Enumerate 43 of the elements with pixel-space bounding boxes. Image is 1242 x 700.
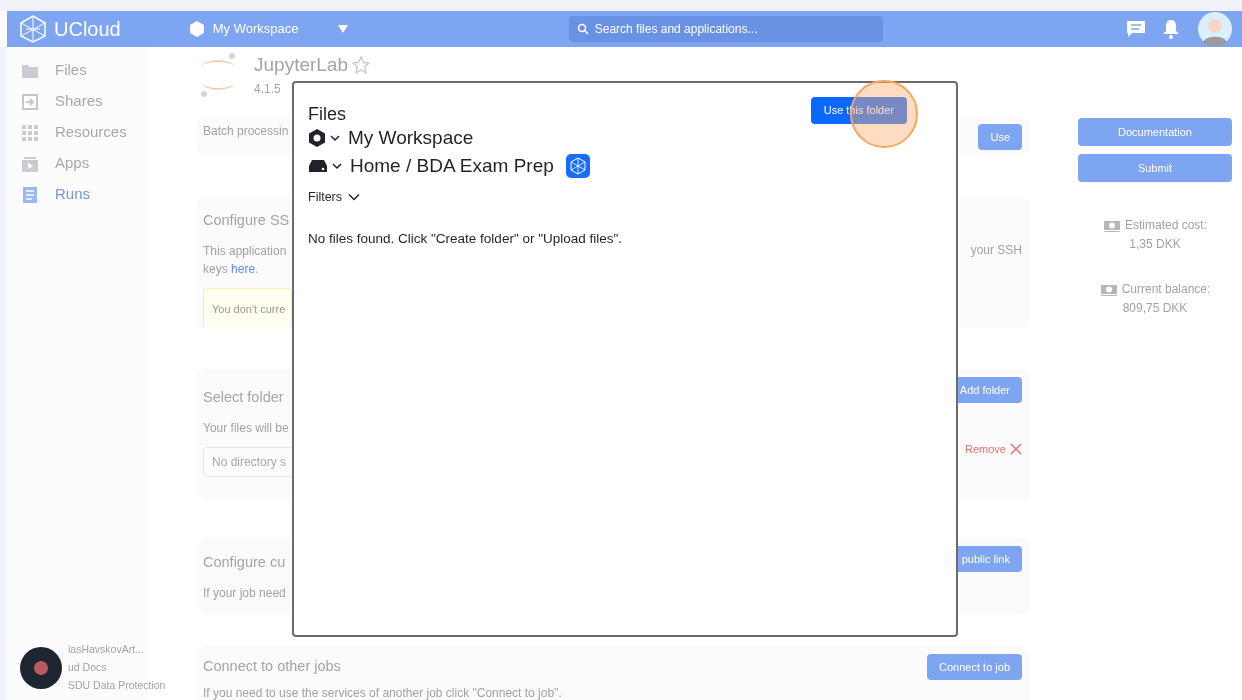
alert-message: You don't curre xyxy=(203,287,292,328)
section-text: keys xyxy=(203,261,228,276)
section-title: Connect to other jobs xyxy=(203,657,342,676)
panel-button[interactable]: Submit xyxy=(1078,154,1232,182)
section-text: If your job need xyxy=(203,584,287,602)
section-button[interactable]: Connect to job xyxy=(927,654,1022,680)
sidebar-item[interactable]: Runs xyxy=(21,179,148,210)
logo-text: UCloud xyxy=(54,17,121,42)
remove-link[interactable]: Remove xyxy=(965,441,1006,458)
section-button[interactable]: public link xyxy=(957,546,1022,572)
directory-field[interactable]: No directory s xyxy=(203,446,292,477)
search-field[interactable]: Search files and applications... xyxy=(568,16,883,42)
section-text: This application xyxy=(203,242,288,260)
section-text: Your files will be xyxy=(203,419,290,437)
workspace-name[interactable]: My Workspace xyxy=(212,19,299,39)
cost-value: 1,35 DKK xyxy=(1128,236,1182,253)
section-text: Batch processin xyxy=(203,123,290,140)
section-button[interactable]: Add folder xyxy=(957,377,1022,403)
footer-link[interactable]: iasHavskovArt... xyxy=(68,642,144,660)
cost-label: Estimated cost: xyxy=(1125,217,1207,234)
dialog-title: Files xyxy=(308,103,346,126)
workspace-selector[interactable]: My Workspace xyxy=(348,123,474,153)
app-name: JupyterLab xyxy=(254,53,348,77)
footer-link[interactable]: SDU Data Protection xyxy=(68,678,166,696)
section-title: Select folder xyxy=(203,388,285,407)
section-text: If you need to use the services of another job click "Connect to job". xyxy=(203,684,563,700)
sidebar-item[interactable]: Shares xyxy=(21,86,148,117)
breadcrumb-path: Home / BDA Exam Prep xyxy=(350,153,554,178)
filters-toggle[interactable]: Filters xyxy=(308,188,361,207)
section-button[interactable]: Use xyxy=(978,124,1022,150)
section-text: . xyxy=(255,261,259,276)
version-label: 4.1.5 xyxy=(254,80,282,98)
cost-value: 809,75 DKK xyxy=(1121,300,1189,317)
sidebar-item[interactable]: Apps xyxy=(21,148,148,179)
empty-message: No files found. Click "Create folder" or "Upload files". xyxy=(308,229,624,248)
cost-label: Current balance: xyxy=(1121,281,1211,298)
panel-button[interactable]: Documentation xyxy=(1078,118,1232,146)
section-title: Configure SS xyxy=(203,211,291,230)
section-title: Configure cu xyxy=(203,553,287,572)
sidebar-item[interactable]: Files xyxy=(21,55,148,86)
sidebar-item[interactable]: Resources xyxy=(21,117,148,148)
footer-link[interactable]: ud Docs xyxy=(68,660,107,678)
section-text: your SSH xyxy=(970,242,1022,259)
